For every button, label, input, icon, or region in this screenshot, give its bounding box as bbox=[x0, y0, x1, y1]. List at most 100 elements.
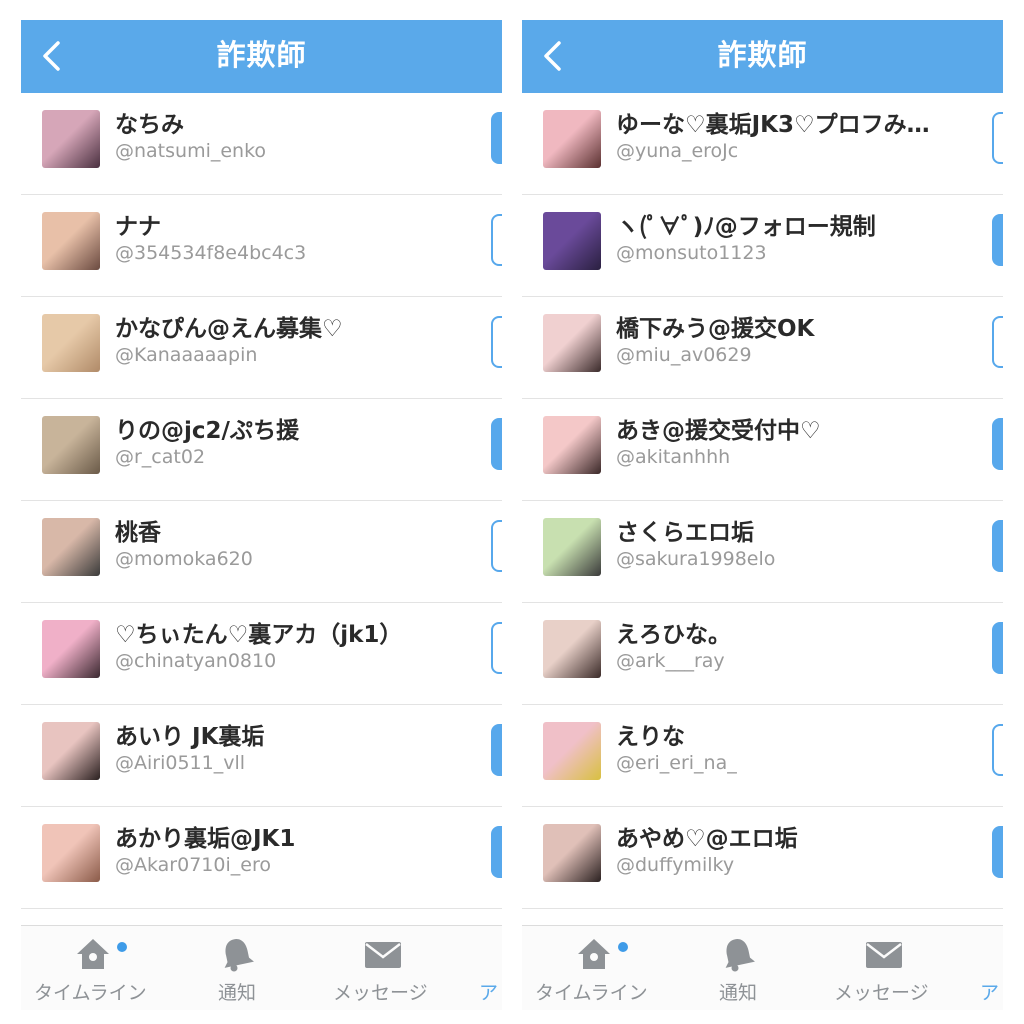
user-row[interactable]: あき@援交受付中♡ @akitanhhh bbox=[522, 399, 1003, 501]
right-screen: 詐欺師 ゆーな♡裏垢JK3♡プロフみ… @yuna_eroJc ヽ(ﾟ∀ﾟ)ﾉ@フォ… bbox=[522, 20, 1003, 1010]
user-handle: @monsuto1123 bbox=[616, 242, 767, 264]
avatar[interactable] bbox=[543, 824, 601, 882]
user-handle: @r_cat02 bbox=[115, 446, 206, 468]
avatar[interactable] bbox=[543, 416, 601, 474]
home-icon bbox=[77, 939, 109, 969]
user-handle: @354534f8e4bc4c3 bbox=[115, 242, 307, 264]
avatar[interactable] bbox=[543, 110, 601, 168]
tab-notifications[interactable]: 通知 bbox=[193, 926, 283, 1010]
user-handle: @momoka620 bbox=[115, 548, 253, 570]
user-display-name: ♡ちぃたん♡裏アカ（jk1） bbox=[115, 622, 403, 648]
user-row[interactable]: えろひな。 @ark___ray bbox=[522, 603, 1003, 705]
tab-label: メッセージ bbox=[834, 982, 929, 1004]
user-row[interactable]: あいり JK裏垢 @Airi0511_vll bbox=[21, 705, 502, 807]
avatar[interactable] bbox=[42, 416, 100, 474]
tab-account[interactable]: ア bbox=[479, 926, 502, 1010]
navigation-bar: 詐欺師 bbox=[522, 20, 1003, 93]
avatar[interactable] bbox=[543, 722, 601, 780]
page-title: 詐欺師 bbox=[717, 38, 808, 72]
tab-timeline[interactable]: タイムライン bbox=[522, 926, 664, 1010]
notification-dot bbox=[618, 942, 628, 952]
user-handle: @Kanaaaaapin bbox=[115, 344, 258, 366]
user-handle: @yuna_eroJc bbox=[616, 140, 739, 162]
envelope-icon bbox=[866, 942, 902, 968]
user-row[interactable]: あやめ♡@エロ垢 @duffymilky bbox=[522, 807, 1003, 909]
home-icon bbox=[578, 939, 610, 969]
tab-notifications[interactable]: 通知 bbox=[694, 926, 784, 1010]
user-display-name: あき@援交受付中♡ bbox=[616, 418, 821, 444]
follow-button[interactable] bbox=[992, 724, 1003, 776]
user-handle: @duffymilky bbox=[616, 854, 735, 876]
envelope-icon bbox=[365, 942, 401, 968]
tab-account[interactable]: ア bbox=[980, 926, 1003, 1010]
user-row[interactable]: あかり裏垢@JK1 @Akar0710i_ero bbox=[21, 807, 502, 909]
tab-bar: タイムライン 通知 メッセージ ア bbox=[21, 925, 502, 1010]
user-handle: @eri_eri_na_ bbox=[616, 752, 737, 774]
user-row[interactable]: ゆーな♡裏垢JK3♡プロフみ… @yuna_eroJc bbox=[522, 93, 1003, 195]
avatar[interactable] bbox=[42, 620, 100, 678]
following-button[interactable] bbox=[491, 418, 502, 470]
user-handle: @ark___ray bbox=[616, 650, 725, 672]
following-button[interactable] bbox=[992, 520, 1003, 572]
user-handle: @sakura1998elo bbox=[616, 548, 776, 570]
user-row[interactable]: えりな @eri_eri_na_ bbox=[522, 705, 1003, 807]
avatar[interactable] bbox=[42, 518, 100, 576]
tab-timeline[interactable]: タイムライン bbox=[21, 926, 163, 1010]
tab-messages[interactable]: メッセージ bbox=[822, 926, 952, 1010]
tab-label: ア bbox=[479, 982, 499, 1004]
follow-button[interactable] bbox=[491, 520, 502, 572]
avatar[interactable] bbox=[42, 314, 100, 372]
following-button[interactable] bbox=[491, 724, 502, 776]
following-button[interactable] bbox=[992, 622, 1003, 674]
following-button[interactable] bbox=[491, 112, 502, 164]
user-row[interactable]: さくらエロ垢 @sakura1998elo bbox=[522, 501, 1003, 603]
following-button[interactable] bbox=[992, 418, 1003, 470]
tab-label: タイムライン bbox=[535, 982, 648, 1004]
user-row[interactable]: りの@jc2/ぷち援 @r_cat02 bbox=[21, 399, 502, 501]
user-row[interactable]: なちみ @natsumi_enko bbox=[21, 93, 502, 195]
avatar[interactable] bbox=[543, 620, 601, 678]
tab-label: メッセージ bbox=[333, 982, 428, 1004]
avatar[interactable] bbox=[42, 212, 100, 270]
tab-label: 通知 bbox=[719, 982, 758, 1004]
user-row[interactable]: 桃香 @momoka620 bbox=[21, 501, 502, 603]
user-display-name: あかり裏垢@JK1 bbox=[115, 826, 296, 852]
user-handle: @akitanhhh bbox=[616, 446, 731, 468]
avatar[interactable] bbox=[543, 212, 601, 270]
user-display-name: かなぴん@えん募集♡ bbox=[115, 316, 343, 342]
user-row[interactable]: ヽ(ﾟ∀ﾟ)ﾉ@フォロー規制 @monsuto1123 bbox=[522, 195, 1003, 297]
follow-button[interactable] bbox=[491, 214, 502, 266]
avatar[interactable] bbox=[42, 110, 100, 168]
navigation-bar: 詐欺師 bbox=[21, 20, 502, 93]
user-list: ゆーな♡裏垢JK3♡プロフみ… @yuna_eroJc ヽ(ﾟ∀ﾟ)ﾉ@フォロー規制… bbox=[522, 93, 1003, 909]
user-row[interactable]: 橋下みう@援交OK @miu_av0629 bbox=[522, 297, 1003, 399]
follow-button[interactable] bbox=[992, 316, 1003, 368]
avatar[interactable] bbox=[42, 722, 100, 780]
user-display-name: なちみ bbox=[115, 112, 184, 138]
bell-icon bbox=[725, 939, 755, 972]
avatar[interactable] bbox=[543, 314, 601, 372]
user-row[interactable]: かなぴん@えん募集♡ @Kanaaaaapin bbox=[21, 297, 502, 399]
user-display-name: あいり JK裏垢 bbox=[115, 724, 265, 750]
user-display-name: りの@jc2/ぷち援 bbox=[115, 418, 300, 444]
follow-button[interactable] bbox=[491, 316, 502, 368]
user-display-name: ゆーな♡裏垢JK3♡プロフみ… bbox=[616, 112, 930, 138]
user-row[interactable]: ♡ちぃたん♡裏アカ（jk1） @chinatyan0810 bbox=[21, 603, 502, 705]
user-row[interactable]: ナナ @354534f8e4bc4c3 bbox=[21, 195, 502, 297]
user-display-name: ナナ bbox=[115, 214, 161, 240]
avatar[interactable] bbox=[543, 518, 601, 576]
following-button[interactable] bbox=[992, 826, 1003, 878]
tab-bar: タイムライン 通知 メッセージ ア bbox=[522, 925, 1003, 1010]
user-display-name: えろひな。 bbox=[616, 622, 731, 648]
tab-messages[interactable]: メッセージ bbox=[321, 926, 451, 1010]
follow-button[interactable] bbox=[491, 622, 502, 674]
avatar[interactable] bbox=[42, 824, 100, 882]
tab-label: 通知 bbox=[218, 982, 257, 1004]
follow-button[interactable] bbox=[992, 112, 1003, 164]
following-button[interactable] bbox=[491, 826, 502, 878]
user-handle: @miu_av0629 bbox=[616, 344, 752, 366]
user-handle: @Akar0710i_ero bbox=[115, 854, 271, 876]
following-button[interactable] bbox=[992, 214, 1003, 266]
user-display-name: あやめ♡@エロ垢 bbox=[616, 826, 798, 852]
user-handle: @chinatyan0810 bbox=[115, 650, 277, 672]
